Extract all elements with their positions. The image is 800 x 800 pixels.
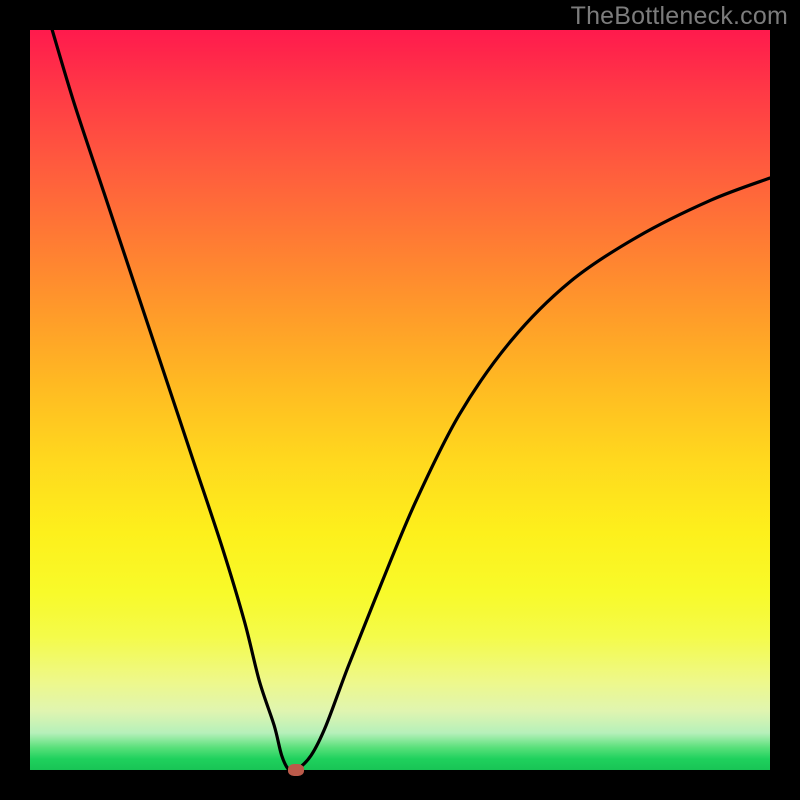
curve-svg	[30, 30, 770, 770]
watermark-text: TheBottleneck.com	[571, 2, 788, 31]
bottleneck-curve	[52, 30, 770, 772]
chart-frame: TheBottleneck.com	[0, 0, 800, 800]
optimal-point-marker	[288, 764, 304, 776]
plot-area	[30, 30, 770, 770]
